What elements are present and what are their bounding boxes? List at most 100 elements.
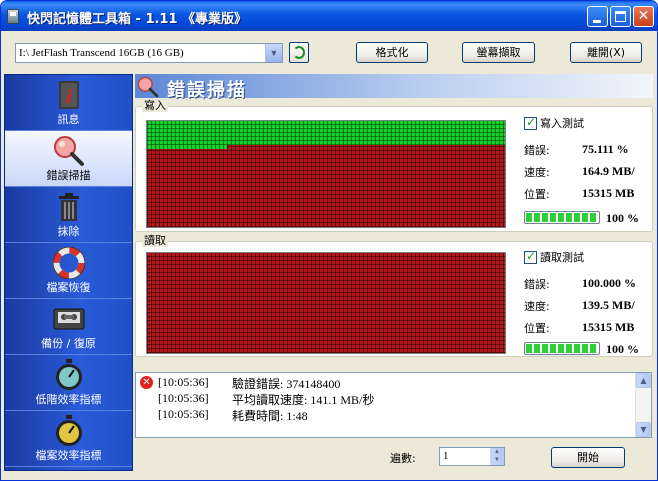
checkbox-checked-icon — [524, 115, 537, 130]
log-scrollbar[interactable]: ▲ ▼ — [635, 373, 651, 437]
close-icon: ✕ — [637, 8, 650, 24]
log-time: [10:05:36] — [158, 407, 209, 421]
write-test-label: 寫入測試 — [540, 117, 584, 130]
write-position-label: 位置: — [524, 188, 550, 201]
page-title: 錯誤掃描 — [167, 80, 247, 101]
read-progress-fill — [526, 344, 598, 353]
tape-icon — [53, 308, 85, 330]
stepper-arrows-icon[interactable]: ▲ ▼ — [490, 448, 504, 465]
write-block-map — [146, 120, 506, 228]
read-speed-value: 139.5 MB/ — [582, 298, 635, 312]
refresh-button[interactable] — [289, 42, 309, 63]
read-group: 讀取 讀取測試 錯誤: 100.000 % 速度: 139.5 MB/ 位置: … — [135, 235, 653, 357]
read-position-value: 15315 MB — [582, 320, 635, 334]
read-position-label: 位置: — [524, 322, 550, 335]
checkbox-checked-icon — [524, 249, 537, 264]
lifebuoy-icon — [53, 247, 85, 279]
write-speed-value: 164.9 MB/ — [582, 164, 635, 178]
format-button[interactable]: 格式化 — [356, 42, 428, 63]
magnifier-icon — [54, 136, 84, 166]
log-message: 耗費時間: 1:48 — [232, 409, 308, 423]
sidebar-item-label: 低階效率指標 — [35, 393, 102, 406]
sidebar-item-info[interactable]: i 訊息 — [5, 75, 132, 131]
scroll-up-icon[interactable]: ▲ — [636, 373, 651, 388]
write-error-label: 錯誤: — [524, 144, 550, 157]
scroll-down-icon[interactable]: ▼ — [636, 422, 651, 437]
sidebar-item-label: 備份 / 復原 — [41, 337, 96, 350]
passes-value: 1 — [443, 450, 449, 462]
read-position-row: 位置: 15315 MB — [524, 320, 652, 335]
toolbar: I:\ JetFlash Transcend 16GB (16 GB) ▼ 格式… — [1, 31, 657, 71]
log-message: 平均讀取速度: 141.1 MB/秒 — [232, 393, 375, 407]
sidebar-item-label: 訊息 — [57, 113, 80, 126]
sidebar-item-file-recovery[interactable]: 檔案恢復 — [5, 243, 132, 299]
log-time: [10:05:36] — [158, 391, 209, 405]
write-ok-blocks — [147, 121, 505, 145]
drive-select-value: I:\ JetFlash Transcend 16GB (16 GB) — [19, 47, 184, 59]
window-title: 快閃記憶體工具箱 - 1.11 《專業版》 — [27, 12, 248, 27]
flash-drive-icon — [7, 9, 19, 24]
error-icon: ✕ — [140, 376, 153, 389]
maximize-button[interactable] — [610, 6, 631, 27]
sidebar-item-label: 檔案效率指標 — [35, 449, 102, 462]
write-progress-fill — [526, 213, 598, 222]
chevron-down-icon[interactable]: ▼ — [265, 44, 282, 62]
drive-select[interactable]: I:\ JetFlash Transcend 16GB (16 GB) ▼ — [15, 43, 283, 63]
sidebar-item-error-scan[interactable]: 錯誤掃描 — [5, 131, 132, 187]
log-row: [10:05:36] 耗費時間: 1:48 — [136, 407, 634, 423]
read-progress-text: 100 % — [606, 342, 639, 356]
write-error-value: 75.111 % — [582, 142, 629, 156]
sidebar-item-backup-restore[interactable]: 備份 / 復原 — [5, 299, 132, 355]
minimize-icon — [593, 20, 601, 23]
stopwatch-icon — [56, 359, 82, 390]
log-row: ✕ [10:05:36] 驗證錯誤: 374148400 — [136, 375, 634, 391]
start-button[interactable]: 開始 — [551, 447, 625, 468]
title-bar[interactable]: 快閃記憶體工具箱 - 1.11 《專業版》 ✕ — [1, 1, 657, 31]
refresh-icon — [293, 46, 305, 59]
log-list[interactable]: ✕ [10:05:36] 驗證錯誤: 374148400 [10:05:36] … — [135, 372, 652, 438]
stopwatch-icon — [56, 415, 82, 446]
panel-header: 錯誤掃描 — [135, 74, 653, 101]
passes-stepper[interactable]: 1 ▲ ▼ — [439, 447, 505, 466]
magnifier-icon — [137, 76, 159, 98]
read-progress-bar — [524, 342, 600, 355]
log-message: 驗證錯誤: 374148400 — [232, 377, 341, 391]
sidebar-item-erase[interactable]: 抹除 — [5, 187, 132, 243]
read-test-label: 讀取測試 — [540, 251, 584, 264]
write-group: 寫入 寫入測試 錯誤: 75.111 % 速度: 164.9 MB/ 位置: 1… — [135, 100, 653, 232]
screen-capture-button[interactable]: 螢幕擷取 — [462, 42, 535, 63]
sidebar-item-file-benchmark[interactable]: 檔案效率指標 — [5, 411, 132, 467]
log-row: [10:05:36] 平均讀取速度: 141.1 MB/秒 — [136, 391, 634, 407]
read-group-label: 讀取 — [142, 234, 168, 247]
info-icon: i — [59, 81, 79, 109]
write-group-label: 寫入 — [142, 99, 168, 112]
exit-button[interactable]: 離開(X) — [570, 42, 642, 63]
write-progress-text: 100 % — [606, 211, 639, 225]
write-position-value: 15315 MB — [582, 186, 635, 200]
minimize-button[interactable] — [587, 6, 608, 27]
sidebar-item-label: 錯誤掃描 — [46, 169, 91, 182]
write-error-row: 錯誤: 75.111 % — [524, 142, 652, 157]
write-ok-blocks-tail — [147, 145, 227, 149]
sidebar-item-label: 抹除 — [57, 225, 80, 238]
log-time: [10:05:36] — [158, 375, 209, 389]
write-position-row: 位置: 15315 MB — [524, 186, 652, 201]
passes-label: 遍數: — [390, 452, 416, 465]
close-button[interactable]: ✕ — [633, 6, 654, 27]
write-progress-bar — [524, 211, 600, 224]
read-speed-label: 速度: — [524, 300, 550, 313]
app-window: 快閃記憶體工具箱 - 1.11 《專業版》 ✕ I:\ JetFlash Tra… — [0, 0, 658, 481]
sidebar-item-low-level-benchmark[interactable]: 低階效率指標 — [5, 355, 132, 411]
svg-text:i: i — [66, 86, 72, 108]
write-speed-label: 速度: — [524, 166, 550, 179]
write-speed-row: 速度: 164.9 MB/ — [524, 164, 652, 179]
read-speed-row: 速度: 139.5 MB/ — [524, 298, 652, 313]
read-error-value: 100.000 % — [582, 276, 636, 290]
trash-icon — [59, 193, 79, 221]
sidebar: i 訊息 錯誤掃描 抹除 檔案恢復 備份 / 復原 低階效率指標 檔案效率指標 — [4, 74, 133, 471]
sidebar-item-label: 檔案恢復 — [46, 281, 91, 294]
read-error-label: 錯誤: — [524, 278, 550, 291]
read-error-row: 錯誤: 100.000 % — [524, 276, 652, 291]
maximize-icon — [615, 11, 626, 22]
read-block-map — [146, 252, 506, 354]
